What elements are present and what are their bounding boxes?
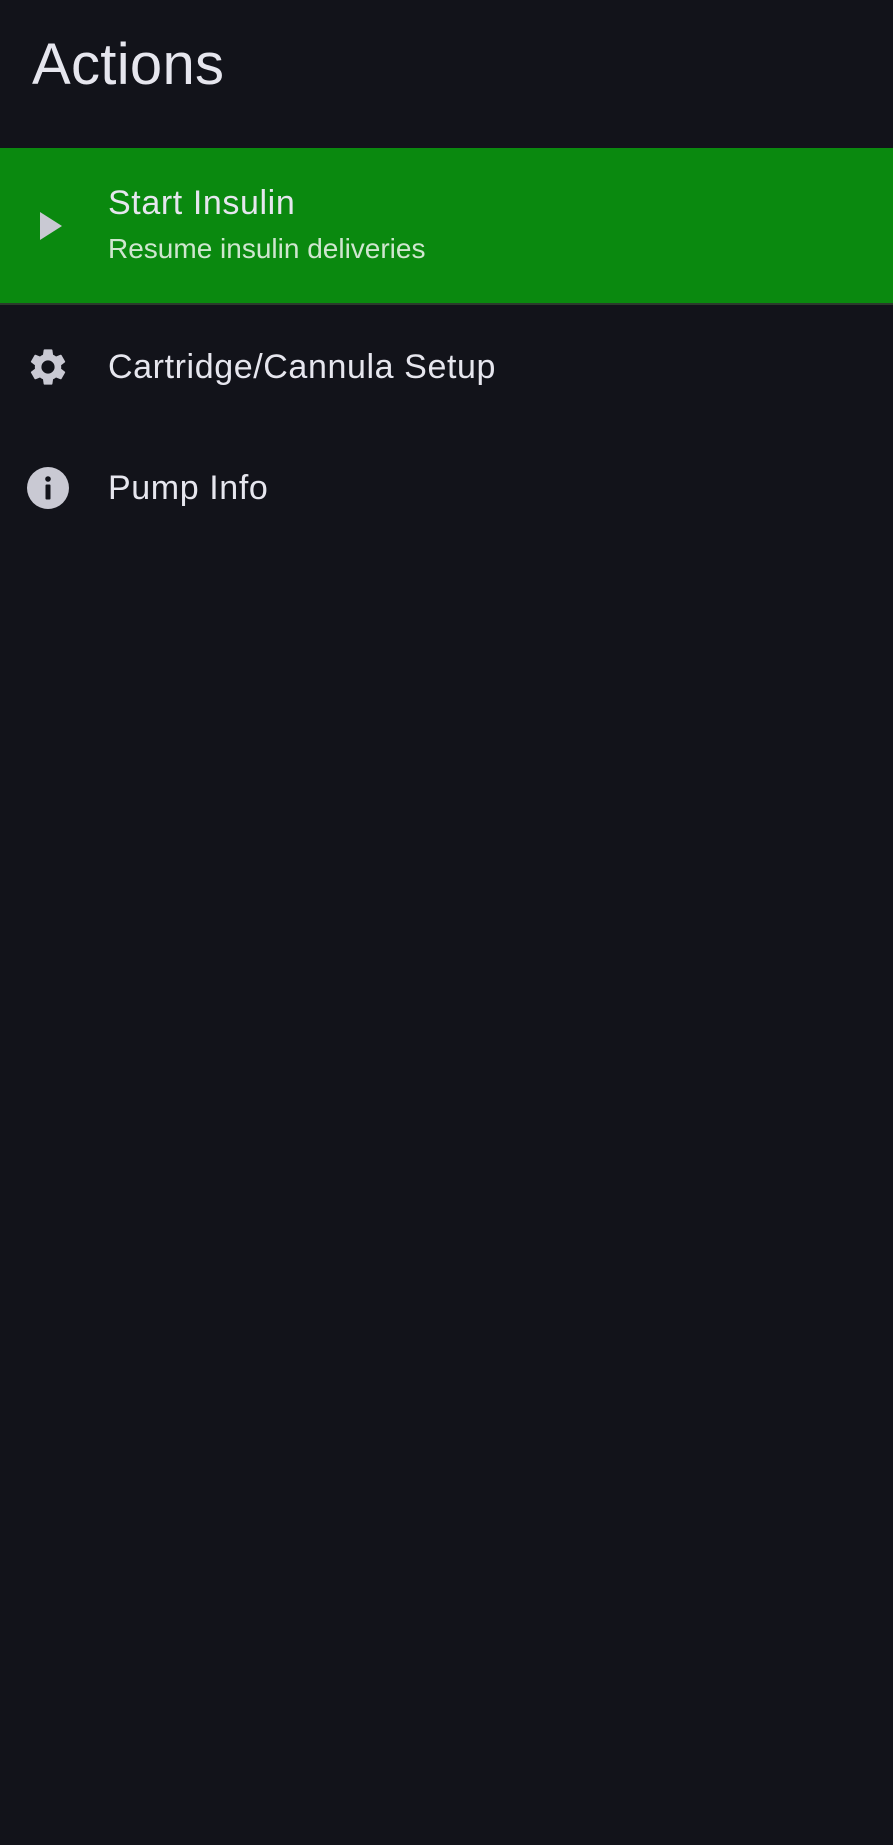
start-insulin-label: Start Insulin — [108, 184, 296, 222]
start-insulin-description: Resume insulin deliveries — [108, 233, 426, 264]
pump-info-item[interactable]: Pump Info — [0, 426, 893, 547]
cartridge-cannula-setup-item[interactable]: Cartridge/Cannula Setup — [0, 305, 893, 426]
page-title: Actions — [32, 32, 225, 97]
info-icon — [26, 466, 70, 510]
cartridge-cannula-setup-label: Cartridge/Cannula Setup — [108, 348, 497, 386]
pump-info-label: Pump Info — [108, 469, 269, 507]
actions-menu: Start Insulin Resume insulin deliveries … — [0, 148, 893, 547]
start-insulin-item[interactable]: Start Insulin Resume insulin deliveries — [0, 148, 893, 305]
play-icon — [26, 204, 70, 248]
app-header: Actions — [0, 0, 893, 148]
gear-icon — [26, 345, 70, 389]
